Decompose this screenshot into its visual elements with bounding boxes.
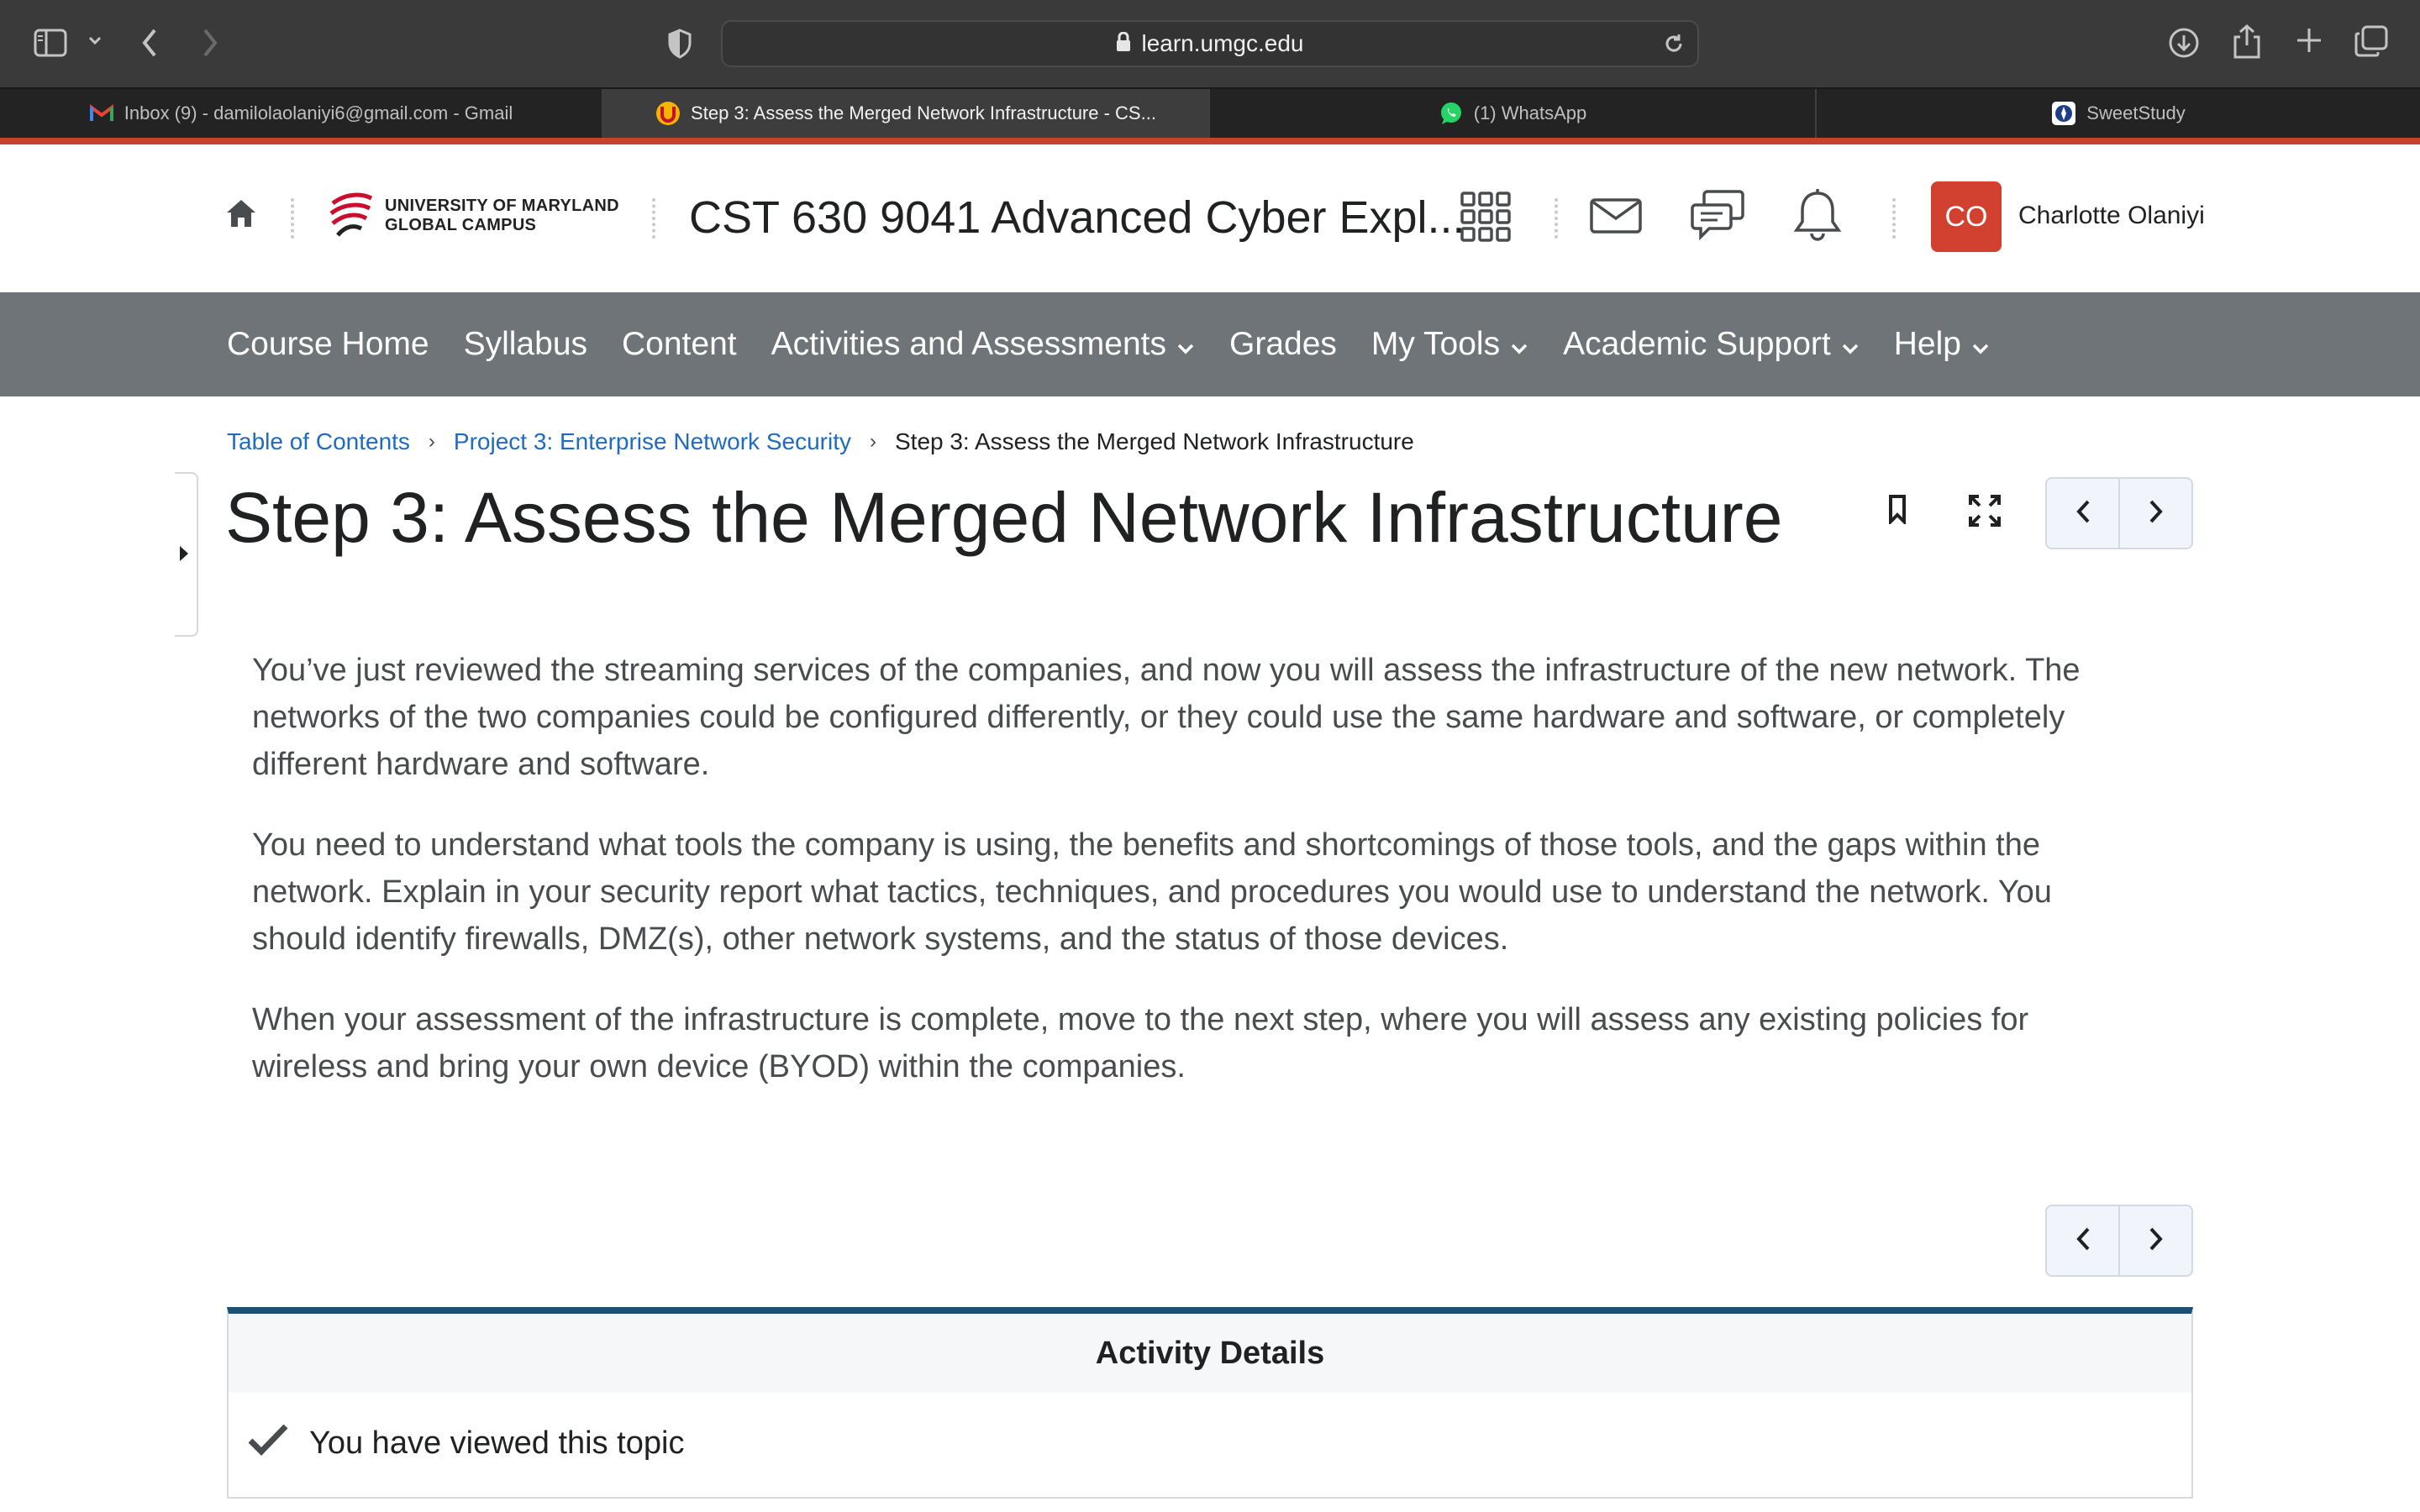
previous-topic-button[interactable] (2047, 1206, 2118, 1275)
back-icon[interactable] (139, 27, 160, 59)
nav-label: Syllabus (463, 326, 588, 362)
page-title: Step 3: Assess the Merged Network Infras… (225, 478, 1783, 557)
nav-label: Grades (1229, 326, 1337, 362)
chevron-down-icon (1971, 326, 1990, 363)
topic-pager-bottom (2045, 1205, 2193, 1277)
activity-status-row: You have viewed this topic (229, 1393, 2191, 1494)
nav-content[interactable]: Content (622, 326, 737, 363)
course-title[interactable]: CST 630 9041 Advanced Cyber Expl... (689, 192, 1465, 244)
user-name[interactable]: Charlotte Olaniyi (2018, 202, 2205, 230)
umgc-logo-icon[interactable] (328, 190, 375, 240)
tab-umgc-step3[interactable]: Step 3: Assess the Merged Network Infras… (603, 89, 1210, 138)
address-text: learn.umgc.edu (1141, 30, 1304, 56)
nav-label: Help (1893, 326, 1961, 362)
chevron-down-icon (1510, 326, 1528, 363)
previous-topic-button[interactable] (2047, 479, 2118, 548)
address-bar[interactable]: learn.umgc.edu (721, 20, 1699, 67)
tab-whatsapp[interactable]: (1) WhatsApp (1210, 89, 1817, 138)
logo-line1: UNIVERSITY OF MARYLAND (385, 197, 619, 215)
next-topic-button[interactable] (2118, 479, 2191, 548)
lock-icon (1116, 31, 1131, 56)
divider (1555, 198, 1558, 239)
body-paragraph: You’ve just reviewed the streaming servi… (252, 653, 2081, 782)
tab-label: SweetStudy (2086, 102, 2186, 123)
breadcrumb: Table of Contents › Project 3: Enterpris… (227, 428, 1414, 455)
header-accent-bar (0, 138, 2420, 144)
sweetstudy-icon (2051, 101, 2076, 126)
tab-sweetstudy[interactable]: SweetStudy (1817, 89, 2420, 138)
checkmark-icon (247, 1422, 289, 1464)
chevron-down-icon (1841, 326, 1860, 363)
chevron-right-icon: › (869, 430, 876, 453)
next-topic-button[interactable] (2118, 1206, 2191, 1275)
toc-panel-toggle[interactable] (175, 472, 198, 637)
whatsapp-icon (1439, 101, 1464, 126)
activity-status-text: You have viewed this topic (309, 1425, 685, 1461)
browser-toolbar: learn.umgc.edu (0, 0, 2420, 87)
home-icon[interactable] (225, 198, 257, 228)
sidebar-toggle-icon[interactable] (34, 29, 67, 57)
divider (652, 198, 655, 239)
expand-arrow-icon (180, 546, 188, 561)
chevron-right-icon: › (428, 430, 435, 453)
activity-details-panel: Activity Details You have viewed this to… (227, 1307, 2193, 1499)
nav-label: My Tools (1370, 326, 1501, 362)
breadcrumb-current: Step 3: Assess the Merged Network Infras… (894, 428, 1414, 454)
nav-label: Activities and Assessments (771, 326, 1166, 362)
nav-activities-and-assessments[interactable]: Activities and Assessments (771, 326, 1195, 363)
tab-label: (1) WhatsApp (1473, 102, 1587, 123)
nav-help[interactable]: Help (1894, 326, 1990, 363)
tab-overview-icon[interactable] (2354, 25, 2388, 57)
chevron-left-icon (2075, 1226, 2091, 1257)
nav-label: Course Home (227, 326, 429, 362)
course-selector-grid-icon[interactable] (1460, 192, 1511, 242)
gmail-icon (89, 101, 114, 126)
notification-bell-icon[interactable] (1793, 188, 1842, 242)
reload-icon[interactable] (1662, 32, 1686, 60)
nav-academic-support[interactable]: Academic Support (1563, 326, 1860, 363)
fullscreen-icon[interactable] (1968, 494, 2002, 528)
share-icon[interactable] (2232, 24, 2262, 59)
email-icon[interactable] (1590, 198, 1642, 234)
tab-label: Inbox (9) - damilolaolaniyi6@gmail.com -… (124, 102, 513, 123)
tab-gmail[interactable]: Inbox (9) - damilolaolaniyi6@gmail.com -… (0, 89, 603, 138)
chevron-left-icon (2075, 498, 2091, 529)
divider (291, 198, 294, 239)
university-logo-text[interactable]: UNIVERSITY OF MARYLAND GLOBAL CAMPUS (385, 197, 619, 235)
discussions-icon[interactable] (1691, 190, 1744, 242)
breadcrumb-table-of-contents[interactable]: Table of Contents (227, 428, 410, 455)
body-paragraph: You need to understand what tools the co… (252, 827, 2052, 957)
nav-syllabus[interactable]: Syllabus (464, 326, 587, 363)
tab-label: Step 3: Assess the Merged Network Infras… (691, 102, 1156, 123)
chevron-right-icon (2148, 498, 2165, 529)
chevron-right-icon (2148, 1226, 2165, 1257)
forward-icon[interactable] (200, 27, 220, 59)
umgc-icon (655, 101, 681, 126)
topic-body: You’ve just reviewed the streaming servi… (252, 647, 2134, 1124)
nav-grades[interactable]: Grades (1229, 326, 1337, 363)
course-header: UNIVERSITY OF MARYLAND GLOBAL CAMPUS CST… (0, 144, 2420, 292)
topic-pager-top (2045, 477, 2193, 549)
nav-course-home[interactable]: Course Home (227, 326, 429, 363)
new-tab-icon[interactable] (2294, 25, 2324, 55)
nav-label: Academic Support (1563, 326, 1831, 362)
chevron-down-icon (1176, 326, 1195, 363)
chevron-down-icon[interactable] (87, 35, 103, 47)
breadcrumb-project-3[interactable]: Project 3: Enterprise Network Security (454, 428, 851, 455)
nav-my-tools[interactable]: My Tools (1371, 326, 1528, 363)
logo-line2: GLOBAL CAMPUS (385, 216, 537, 234)
divider (1892, 198, 1896, 239)
privacy-shield-icon[interactable] (667, 29, 692, 59)
tab-bar: Inbox (9) - damilolaolaniyi6@gmail.com -… (0, 87, 2420, 138)
nav-label: Content (622, 326, 737, 362)
avatar[interactable]: CO (1931, 181, 2002, 252)
course-navbar: Course Home Syllabus Content Activities … (0, 292, 2420, 396)
activity-details-heading: Activity Details (229, 1314, 2191, 1393)
downloads-icon[interactable] (2168, 27, 2200, 59)
body-paragraph: When your assessment of the infrastructu… (252, 1002, 2029, 1084)
bookmark-icon[interactable] (1887, 494, 1907, 524)
